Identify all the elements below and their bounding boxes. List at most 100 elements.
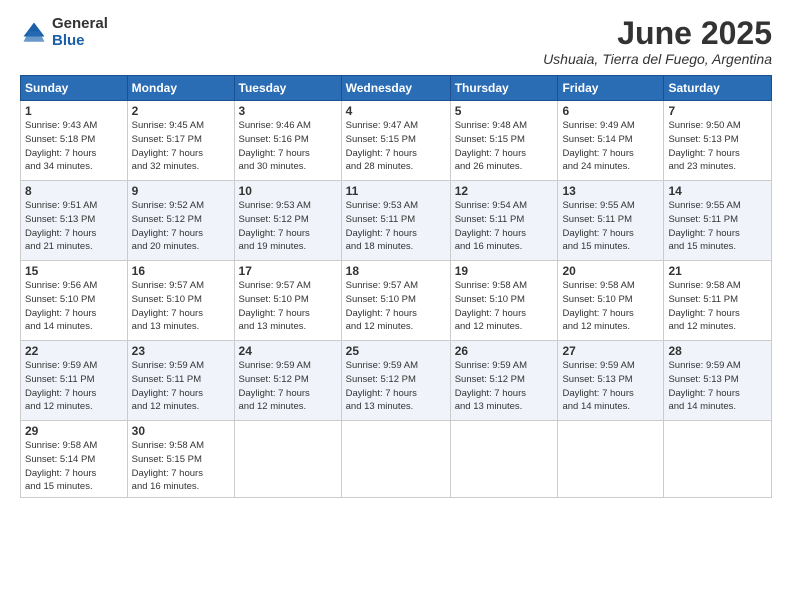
day-number: 15 <box>25 264 123 278</box>
day-number: 22 <box>25 344 123 358</box>
day-number: 21 <box>668 264 767 278</box>
day-info: Sunrise: 9:47 AMSunset: 5:15 PMDaylight:… <box>346 119 446 174</box>
header-tuesday: Tuesday <box>234 76 341 101</box>
table-row: 12Sunrise: 9:54 AMSunset: 5:11 PMDayligh… <box>450 181 558 261</box>
day-number: 19 <box>455 264 554 278</box>
day-number: 14 <box>668 184 767 198</box>
day-number: 7 <box>668 104 767 118</box>
table-row: 4Sunrise: 9:47 AMSunset: 5:15 PMDaylight… <box>341 101 450 181</box>
logo: General Blue <box>20 16 108 49</box>
table-row: 8Sunrise: 9:51 AMSunset: 5:13 PMDaylight… <box>21 181 128 261</box>
day-number: 13 <box>562 184 659 198</box>
day-number: 23 <box>132 344 230 358</box>
table-row: 15Sunrise: 9:56 AMSunset: 5:10 PMDayligh… <box>21 261 128 341</box>
table-row: 25Sunrise: 9:59 AMSunset: 5:12 PMDayligh… <box>341 341 450 421</box>
day-info: Sunrise: 9:45 AMSunset: 5:17 PMDaylight:… <box>132 119 230 174</box>
day-info: Sunrise: 9:56 AMSunset: 5:10 PMDaylight:… <box>25 279 123 334</box>
table-row <box>341 421 450 498</box>
table-row: 7Sunrise: 9:50 AMSunset: 5:13 PMDaylight… <box>664 101 772 181</box>
header-monday: Monday <box>127 76 234 101</box>
day-number: 28 <box>668 344 767 358</box>
day-number: 25 <box>346 344 446 358</box>
table-row <box>664 421 772 498</box>
logo-general: General <box>52 15 108 32</box>
day-number: 1 <box>25 104 123 118</box>
day-number: 8 <box>25 184 123 198</box>
header-thursday: Thursday <box>450 76 558 101</box>
day-info: Sunrise: 9:58 AMSunset: 5:10 PMDaylight:… <box>562 279 659 334</box>
header-saturday: Saturday <box>664 76 772 101</box>
day-info: Sunrise: 9:58 AMSunset: 5:10 PMDaylight:… <box>455 279 554 334</box>
day-info: Sunrise: 9:59 AMSunset: 5:11 PMDaylight:… <box>132 359 230 414</box>
day-info: Sunrise: 9:59 AMSunset: 5:12 PMDaylight:… <box>346 359 446 414</box>
table-row: 1Sunrise: 9:43 AMSunset: 5:18 PMDaylight… <box>21 101 128 181</box>
day-number: 20 <box>562 264 659 278</box>
day-number: 9 <box>132 184 230 198</box>
day-number: 18 <box>346 264 446 278</box>
table-row: 21Sunrise: 9:58 AMSunset: 5:11 PMDayligh… <box>664 261 772 341</box>
table-row: 2Sunrise: 9:45 AMSunset: 5:17 PMDaylight… <box>127 101 234 181</box>
day-number: 12 <box>455 184 554 198</box>
table-row: 29Sunrise: 9:58 AMSunset: 5:14 PMDayligh… <box>21 421 128 498</box>
day-number: 5 <box>455 104 554 118</box>
day-number: 24 <box>239 344 337 358</box>
table-row: 19Sunrise: 9:58 AMSunset: 5:10 PMDayligh… <box>450 261 558 341</box>
day-info: Sunrise: 9:59 AMSunset: 5:13 PMDaylight:… <box>562 359 659 414</box>
day-info: Sunrise: 9:48 AMSunset: 5:15 PMDaylight:… <box>455 119 554 174</box>
day-info: Sunrise: 9:52 AMSunset: 5:12 PMDaylight:… <box>132 199 230 254</box>
table-row: 17Sunrise: 9:57 AMSunset: 5:10 PMDayligh… <box>234 261 341 341</box>
day-info: Sunrise: 9:55 AMSunset: 5:11 PMDaylight:… <box>562 199 659 254</box>
table-row: 22Sunrise: 9:59 AMSunset: 5:11 PMDayligh… <box>21 341 128 421</box>
table-row <box>558 421 664 498</box>
table-row: 13Sunrise: 9:55 AMSunset: 5:11 PMDayligh… <box>558 181 664 261</box>
day-number: 26 <box>455 344 554 358</box>
table-row: 27Sunrise: 9:59 AMSunset: 5:13 PMDayligh… <box>558 341 664 421</box>
day-info: Sunrise: 9:43 AMSunset: 5:18 PMDaylight:… <box>25 119 123 174</box>
day-info: Sunrise: 9:57 AMSunset: 5:10 PMDaylight:… <box>346 279 446 334</box>
table-row: 26Sunrise: 9:59 AMSunset: 5:12 PMDayligh… <box>450 341 558 421</box>
day-info: Sunrise: 9:59 AMSunset: 5:12 PMDaylight:… <box>455 359 554 414</box>
day-number: 17 <box>239 264 337 278</box>
day-info: Sunrise: 9:58 AMSunset: 5:11 PMDaylight:… <box>668 279 767 334</box>
day-info: Sunrise: 9:51 AMSunset: 5:13 PMDaylight:… <box>25 199 123 254</box>
table-row: 5Sunrise: 9:48 AMSunset: 5:15 PMDaylight… <box>450 101 558 181</box>
calendar-table: Sunday Monday Tuesday Wednesday Thursday… <box>20 75 772 498</box>
day-info: Sunrise: 9:59 AMSunset: 5:13 PMDaylight:… <box>668 359 767 414</box>
table-row: 3Sunrise: 9:46 AMSunset: 5:16 PMDaylight… <box>234 101 341 181</box>
day-info: Sunrise: 9:50 AMSunset: 5:13 PMDaylight:… <box>668 119 767 174</box>
day-info: Sunrise: 9:46 AMSunset: 5:16 PMDaylight:… <box>239 119 337 174</box>
day-number: 10 <box>239 184 337 198</box>
day-number: 30 <box>132 424 230 438</box>
calendar-week-row: 15Sunrise: 9:56 AMSunset: 5:10 PMDayligh… <box>21 261 772 341</box>
day-number: 29 <box>25 424 123 438</box>
day-info: Sunrise: 9:53 AMSunset: 5:11 PMDaylight:… <box>346 199 446 254</box>
table-row: 18Sunrise: 9:57 AMSunset: 5:10 PMDayligh… <box>341 261 450 341</box>
calendar-page: General Blue June 2025 Ushuaia, Tierra d… <box>0 0 792 612</box>
day-info: Sunrise: 9:54 AMSunset: 5:11 PMDaylight:… <box>455 199 554 254</box>
month-title: June 2025 <box>543 16 772 51</box>
table-row <box>234 421 341 498</box>
day-number: 11 <box>346 184 446 198</box>
day-number: 2 <box>132 104 230 118</box>
day-number: 3 <box>239 104 337 118</box>
table-row: 24Sunrise: 9:59 AMSunset: 5:12 PMDayligh… <box>234 341 341 421</box>
calendar-week-row: 8Sunrise: 9:51 AMSunset: 5:13 PMDaylight… <box>21 181 772 261</box>
table-row: 30Sunrise: 9:58 AMSunset: 5:15 PMDayligh… <box>127 421 234 498</box>
table-row: 16Sunrise: 9:57 AMSunset: 5:10 PMDayligh… <box>127 261 234 341</box>
table-row: 9Sunrise: 9:52 AMSunset: 5:12 PMDaylight… <box>127 181 234 261</box>
calendar-week-row: 29Sunrise: 9:58 AMSunset: 5:14 PMDayligh… <box>21 421 772 498</box>
logo-text: General Blue <box>52 16 108 49</box>
day-number: 4 <box>346 104 446 118</box>
day-info: Sunrise: 9:59 AMSunset: 5:12 PMDaylight:… <box>239 359 337 414</box>
header-friday: Friday <box>558 76 664 101</box>
table-row: 6Sunrise: 9:49 AMSunset: 5:14 PMDaylight… <box>558 101 664 181</box>
table-row: 10Sunrise: 9:53 AMSunset: 5:12 PMDayligh… <box>234 181 341 261</box>
header: General Blue June 2025 Ushuaia, Tierra d… <box>20 16 772 67</box>
title-area: June 2025 Ushuaia, Tierra del Fuego, Arg… <box>543 16 772 67</box>
table-row: 23Sunrise: 9:59 AMSunset: 5:11 PMDayligh… <box>127 341 234 421</box>
day-number: 6 <box>562 104 659 118</box>
table-row <box>450 421 558 498</box>
calendar-week-row: 22 Sunrise: 9:59 AMSunset: 5:11 PMDayligh… <box>21 341 772 421</box>
table-row: 28Sunrise: 9:59 AMSunset: 5:13 PMDayligh… <box>664 341 772 421</box>
table-row: 11Sunrise: 9:53 AMSunset: 5:11 PMDayligh… <box>341 181 450 261</box>
